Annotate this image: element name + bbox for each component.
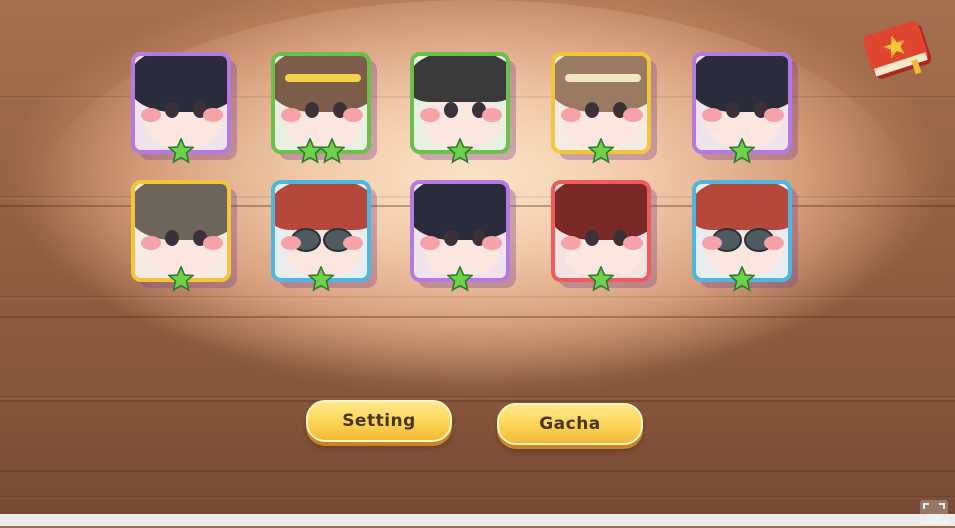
cap bbox=[696, 184, 788, 230]
star-icon bbox=[445, 265, 475, 292]
character-card[interactable] bbox=[131, 180, 237, 292]
portrait-eye bbox=[165, 230, 179, 246]
setting-button-label: Setting bbox=[342, 411, 416, 431]
blush bbox=[281, 108, 301, 122]
blush bbox=[203, 236, 223, 250]
character-card[interactable] bbox=[410, 52, 516, 164]
portrait-eye bbox=[585, 230, 599, 246]
portrait-eye bbox=[444, 230, 458, 246]
floor-shade bbox=[0, 396, 955, 526]
blush bbox=[623, 236, 643, 250]
bottom-bar bbox=[0, 514, 955, 526]
book-icon[interactable] bbox=[860, 16, 940, 88]
character-card[interactable] bbox=[410, 180, 516, 292]
blush bbox=[764, 108, 784, 122]
cap bbox=[275, 184, 367, 230]
blush bbox=[482, 236, 502, 250]
blush bbox=[482, 108, 502, 122]
portrait-hair bbox=[135, 56, 227, 112]
expand-icon[interactable] bbox=[920, 500, 948, 524]
blush bbox=[141, 108, 161, 122]
character-card[interactable] bbox=[131, 52, 237, 164]
blush bbox=[623, 108, 643, 122]
blush bbox=[281, 236, 301, 250]
gacha-button[interactable]: Gacha bbox=[497, 403, 643, 445]
star-icon bbox=[727, 265, 757, 292]
portrait-hair bbox=[135, 184, 227, 240]
character-card[interactable] bbox=[692, 52, 798, 164]
plank-line bbox=[0, 316, 955, 318]
character-card[interactable] bbox=[551, 52, 657, 164]
blush bbox=[203, 108, 223, 122]
star-icon bbox=[727, 137, 757, 164]
star-icon bbox=[586, 265, 616, 292]
blush bbox=[561, 236, 581, 250]
headband bbox=[285, 74, 361, 82]
cap bbox=[414, 56, 506, 102]
portrait-eye bbox=[165, 102, 179, 118]
portrait-eye bbox=[305, 102, 319, 118]
blush bbox=[764, 236, 784, 250]
portrait-eye bbox=[585, 102, 599, 118]
blush bbox=[141, 236, 161, 250]
portrait-hair bbox=[555, 184, 647, 240]
star-icon bbox=[306, 265, 336, 292]
portrait-eye bbox=[726, 102, 740, 118]
character-card[interactable] bbox=[271, 52, 377, 164]
blush bbox=[420, 236, 440, 250]
portrait-eye bbox=[444, 102, 458, 118]
blush bbox=[561, 108, 581, 122]
character-card[interactable] bbox=[692, 180, 798, 292]
portrait-hair bbox=[696, 56, 788, 112]
portrait-hair bbox=[555, 56, 647, 112]
headband bbox=[565, 74, 641, 82]
gacha-button-label: Gacha bbox=[539, 414, 601, 434]
character-card[interactable] bbox=[551, 180, 657, 292]
setting-button[interactable]: Setting bbox=[306, 400, 452, 442]
blush bbox=[343, 108, 363, 122]
star-icon bbox=[166, 137, 196, 164]
character-card[interactable] bbox=[271, 180, 377, 292]
blush bbox=[420, 108, 440, 122]
blush bbox=[343, 236, 363, 250]
portrait-hair bbox=[275, 56, 367, 112]
blush bbox=[702, 236, 722, 250]
portrait-hair bbox=[414, 184, 506, 240]
star-icon bbox=[317, 137, 347, 164]
star-icon bbox=[586, 137, 616, 164]
blush bbox=[702, 108, 722, 122]
star-icon bbox=[166, 265, 196, 292]
star-icon bbox=[445, 137, 475, 164]
